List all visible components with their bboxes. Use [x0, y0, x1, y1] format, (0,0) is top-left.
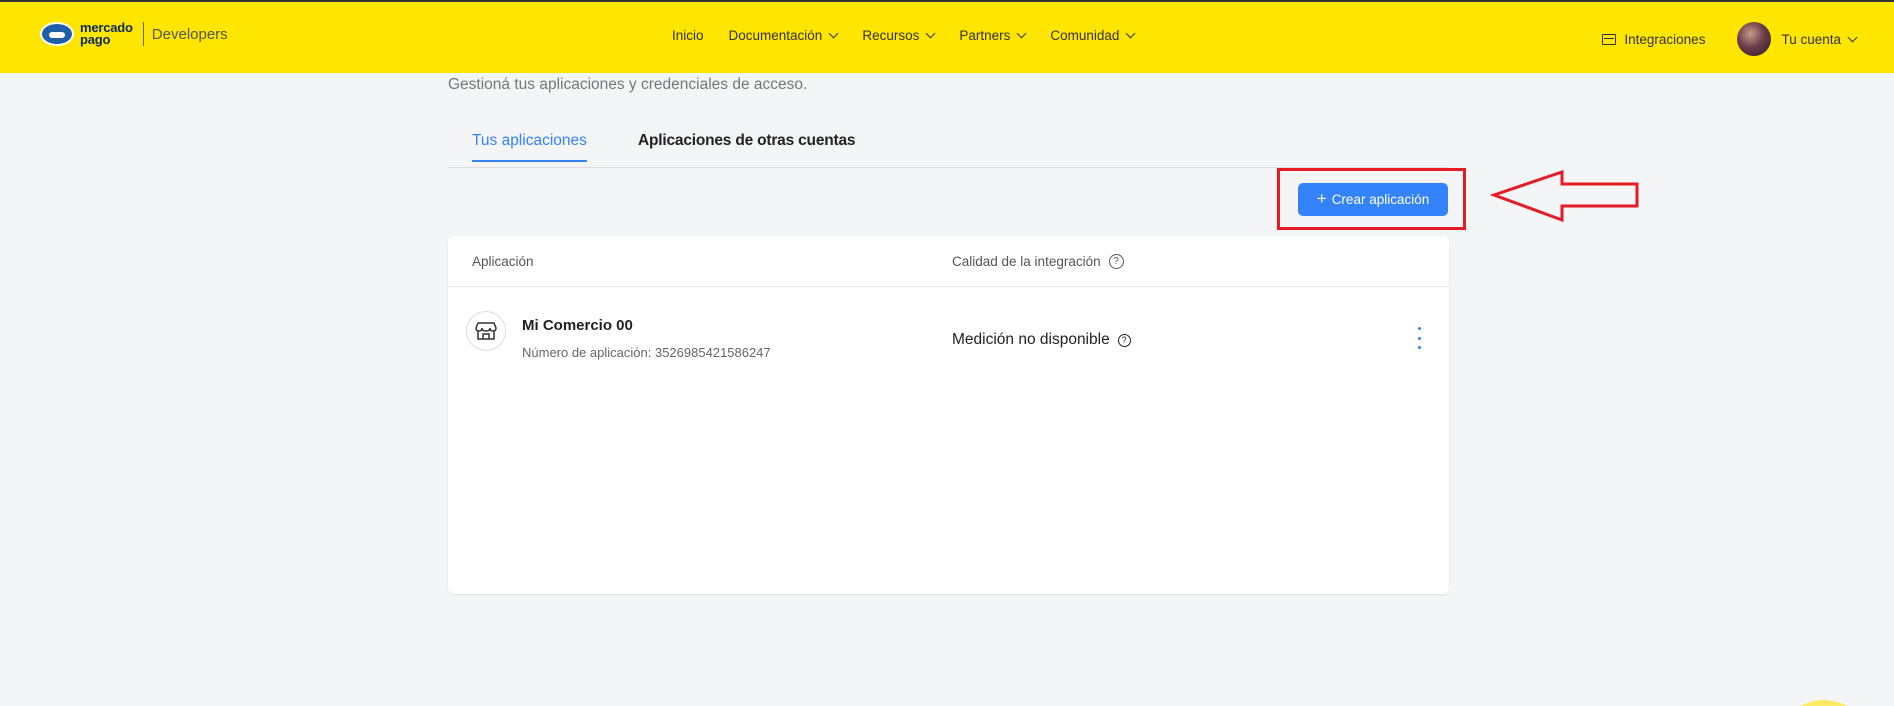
nav-recursos[interactable]: Recursos — [862, 28, 936, 43]
avatar[interactable] — [1737, 22, 1772, 56]
more-options-icon[interactable] — [1414, 327, 1424, 349]
chevron-down-icon — [925, 28, 936, 39]
nav-comunidad[interactable]: Comunidad — [1050, 28, 1136, 43]
application-name[interactable]: Mi Comercio 00 — [522, 317, 633, 334]
column-header-application: Aplicación — [472, 254, 534, 269]
logo-line-2: pago — [80, 32, 111, 47]
integrations-icon — [1602, 33, 1617, 45]
nav-partners[interactable]: Partners — [959, 28, 1027, 43]
main-nav: Inicio Documentación Recursos Partners C… — [672, 28, 1159, 43]
nav-label: Inicio — [672, 28, 704, 43]
nav-inicio[interactable]: Inicio — [672, 28, 704, 43]
logo-product-name: Developers — [151, 25, 228, 43]
integrations-link[interactable]: Integraciones — [1602, 32, 1705, 47]
tab-tus-aplicaciones[interactable]: Tus aplicaciones — [472, 132, 587, 162]
chevron-down-icon — [1125, 28, 1136, 39]
integrations-label: Integraciones — [1624, 31, 1706, 47]
top-navbar: mercado pago Developers Inicio Documenta… — [0, 0, 1894, 73]
logo-divider — [142, 22, 144, 46]
account-menu[interactable]: Tu cuenta — [1781, 31, 1858, 47]
table-header: Aplicación Calidad de la integración ? — [448, 236, 1449, 287]
integration-quality-status: Medición no disponible ? — [952, 331, 1131, 349]
plus-icon: + — [1316, 188, 1327, 208]
nav-label: Comunidad — [1050, 28, 1120, 43]
chevron-down-icon — [828, 28, 839, 39]
help-icon[interactable]: ? — [1117, 333, 1131, 347]
chevron-down-icon — [1847, 32, 1858, 42]
chevron-down-icon — [1016, 28, 1027, 39]
help-icon[interactable]: ? — [1108, 254, 1124, 269]
handshake-logo-icon — [40, 22, 74, 46]
page-subtitle: Gestioná tus aplicaciones y credenciales… — [448, 76, 808, 93]
application-number: Número de aplicación: 3526985421586247 — [522, 345, 771, 360]
tab-aplicaciones-otras-cuentas[interactable]: Aplicaciones de otras cuentas — [638, 132, 856, 150]
create-application-button[interactable]: + Crear aplicación — [1298, 183, 1448, 216]
logo-text: mercado pago — [80, 21, 133, 47]
nav-label: Documentación — [728, 28, 823, 43]
nav-documentacion[interactable]: Documentación — [728, 28, 839, 43]
corner-decoration — [1794, 700, 1854, 706]
annotation-arrow-icon — [1490, 169, 1639, 223]
quality-status-text: Medición no disponible — [952, 331, 1110, 348]
nav-label: Partners — [959, 28, 1011, 43]
account-label: Tu cuenta — [1781, 31, 1841, 47]
table-row[interactable]: Mi Comercio 00 Número de aplicación: 352… — [448, 287, 1449, 377]
nav-label: Recursos — [862, 28, 920, 43]
tabs: Tus aplicaciones Aplicaciones de otras c… — [448, 130, 1448, 168]
mercado-pago-logo[interactable]: mercado pago Developers — [40, 21, 228, 47]
column-header-quality: Calidad de la integración ? — [952, 254, 1124, 269]
store-icon — [466, 311, 506, 351]
create-button-label: Crear aplicación — [1331, 192, 1430, 207]
header-right: Integraciones Tu cuenta — [1602, 22, 1858, 56]
applications-table: Aplicación Calidad de la integración ? M… — [448, 236, 1449, 594]
column-header-quality-label: Calidad de la integración — [952, 254, 1101, 269]
